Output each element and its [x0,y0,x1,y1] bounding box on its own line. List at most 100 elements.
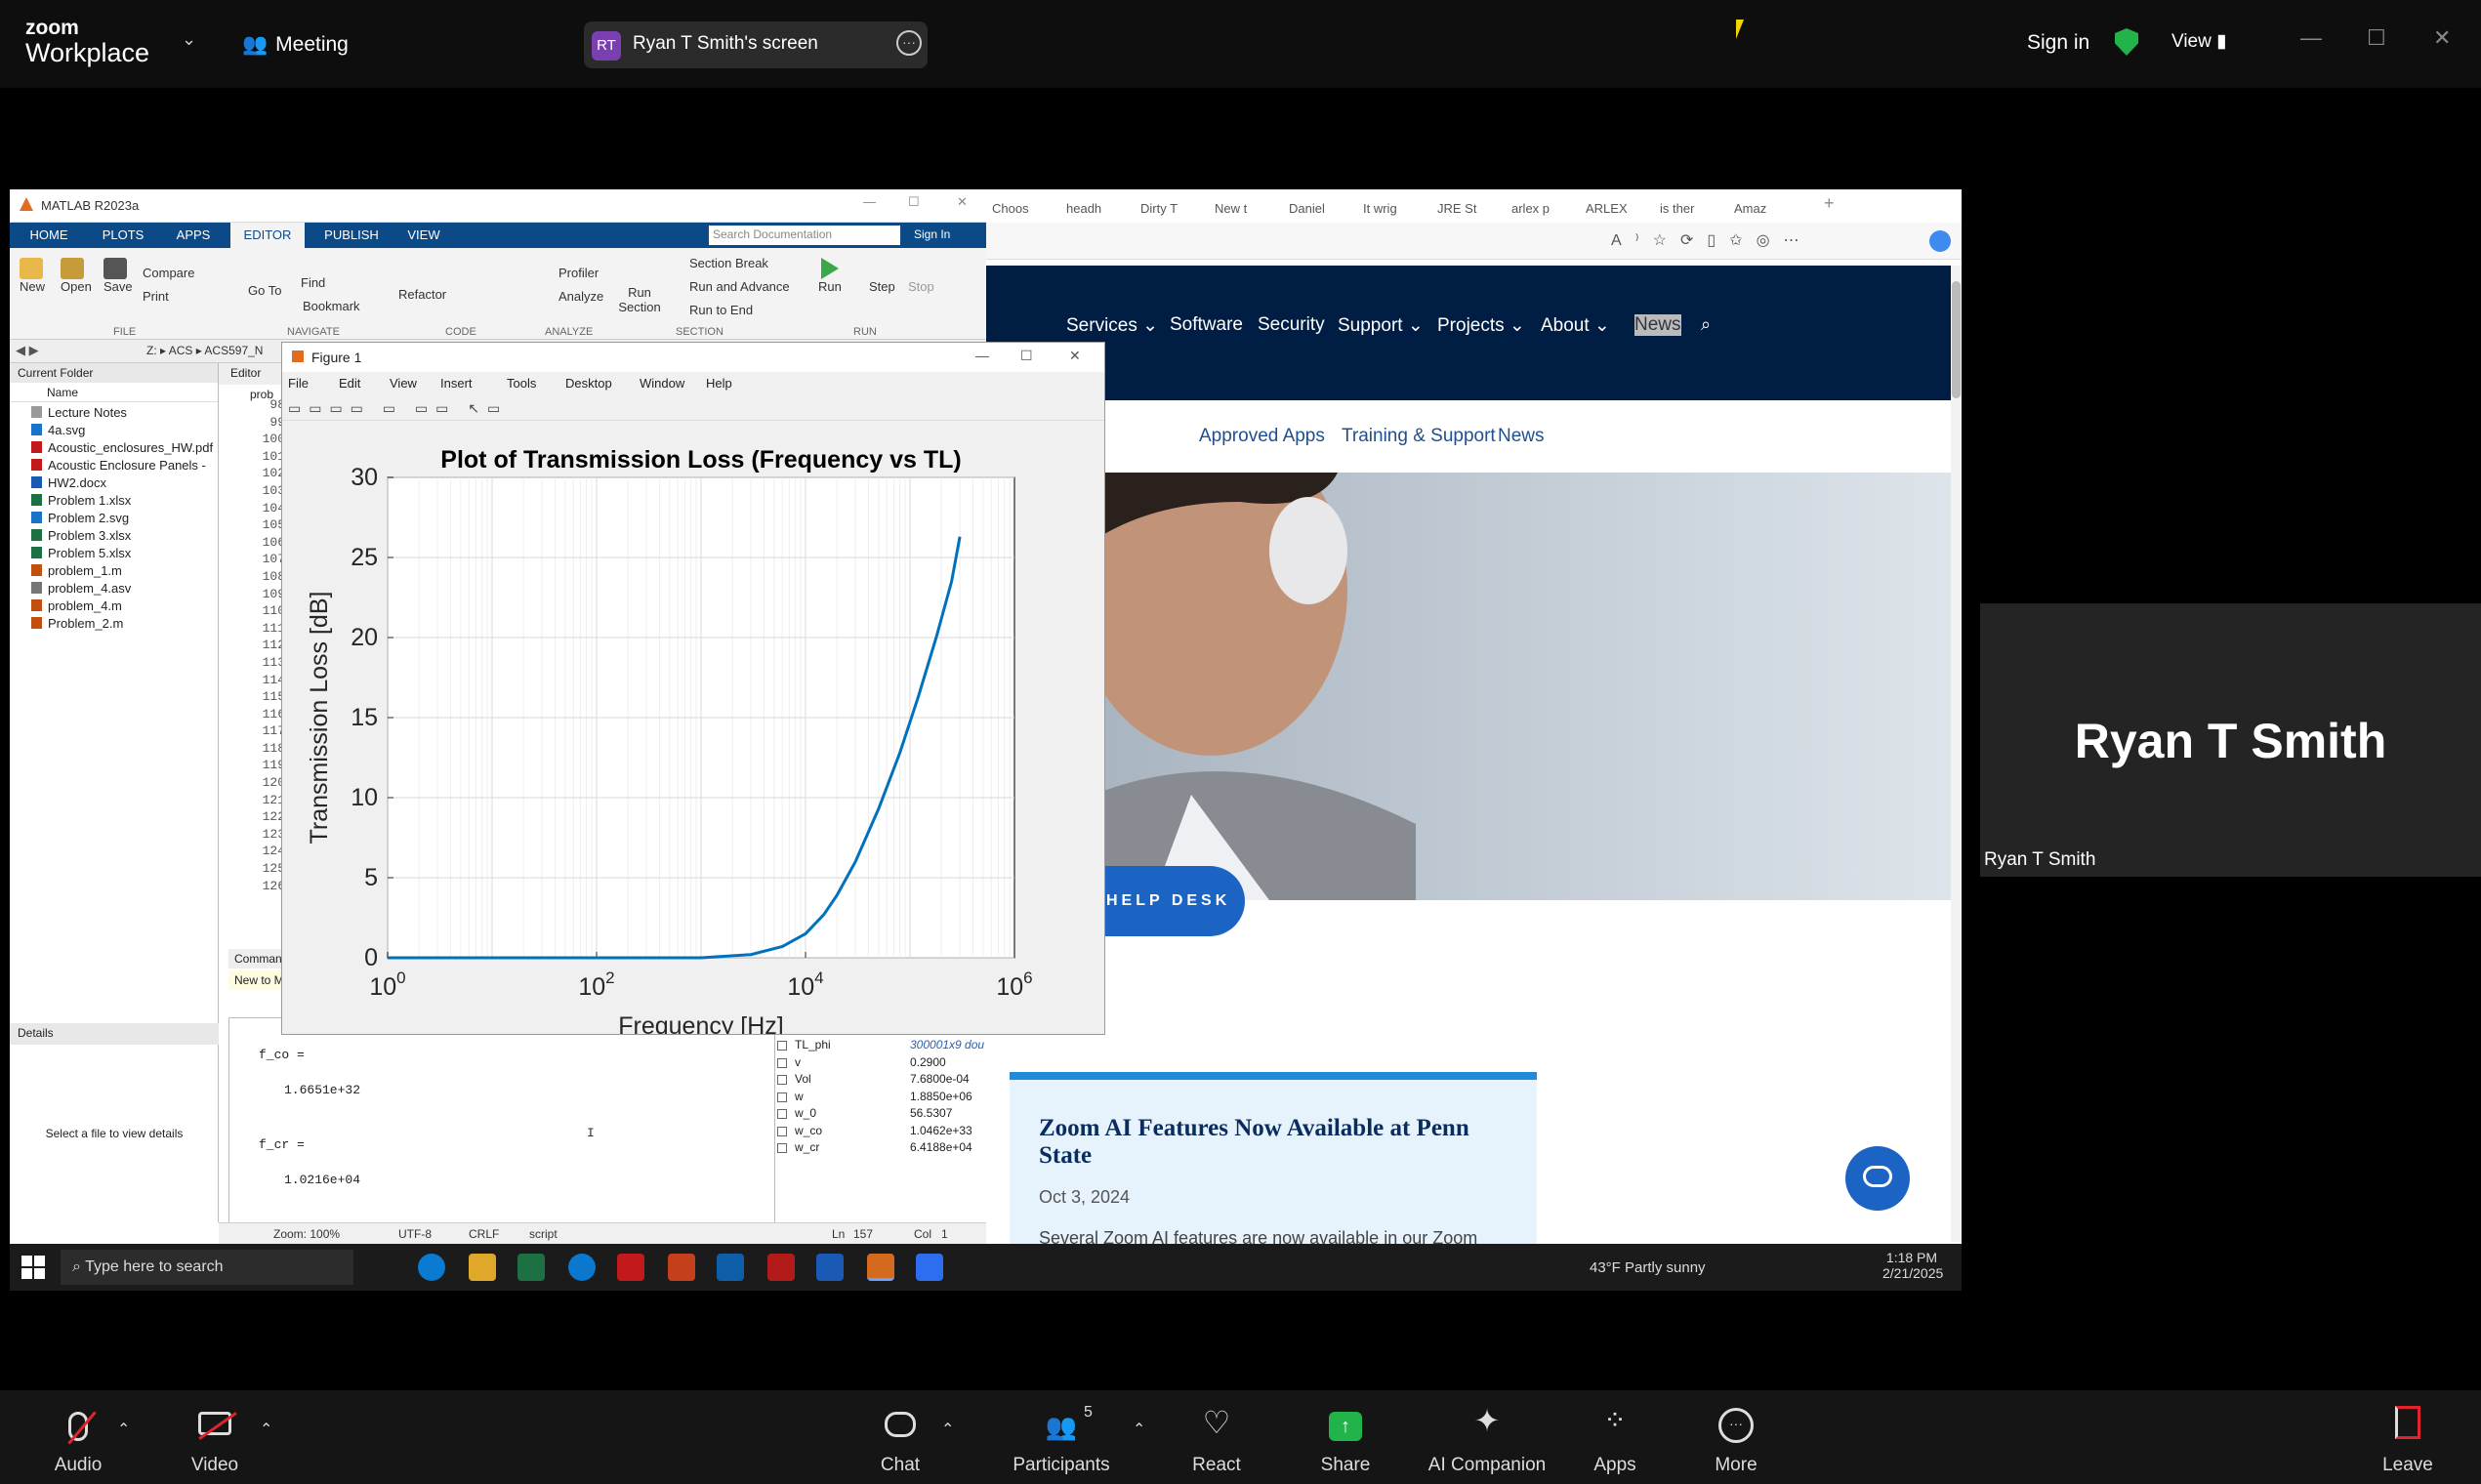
run-advance-button[interactable]: Run and Advance [689,279,790,294]
workspace-row[interactable]: w_cr 6.4188e+04 [775,1139,994,1157]
skype-icon[interactable] [568,1254,596,1281]
tab-publish[interactable]: PUBLISH [314,223,389,248]
copilot-icon[interactable] [1929,230,1951,252]
matlab-taskbar-icon[interactable] [867,1254,894,1281]
close-icon[interactable]: ✕ [1069,348,1081,364]
apps-button[interactable]: ⁘ Apps [1576,1390,1654,1484]
minimize-icon[interactable]: — [975,348,989,363]
outlook-icon[interactable] [717,1254,744,1281]
file-item[interactable]: Acoustic_enclosures_HW.pdf [31,439,218,457]
video-options-icon[interactable]: ⌃ [260,1420,272,1439]
workspace-row[interactable]: v 0.2900 [775,1054,994,1072]
browser-tab[interactable]: Choos [992,195,1062,223]
file-item[interactable]: Problem 3.xlsx [31,527,218,545]
acrobat-icon[interactable] [617,1254,644,1281]
analyze-button[interactable]: Analyze [558,289,603,304]
audio-options-icon[interactable]: ⌃ [117,1420,130,1439]
browser-tab[interactable]: is ther [1660,195,1730,223]
workspace-row[interactable]: w_co 1.0462e+33 [775,1123,994,1140]
chat-button[interactable]: Chat [861,1390,939,1484]
browser-tab[interactable]: headh [1066,195,1137,223]
chat-options-icon[interactable]: ⌃ [941,1420,954,1439]
close-icon[interactable]: ✕ [957,194,968,210]
nx-icon[interactable] [767,1254,795,1281]
new-button[interactable]: New [20,258,45,294]
run-section-button[interactable]: Run Section [615,285,664,314]
figure-menu-file[interactable]: File [288,376,309,391]
subnav-training-support[interactable]: Training & Support [1342,426,1496,447]
close-icon[interactable]: ✕ [2433,25,2451,51]
browser-tab[interactable]: arlex p [1511,195,1582,223]
subnav-news[interactable]: News [1498,426,1545,447]
video-button[interactable]: Video [176,1390,254,1484]
file-item[interactable]: Lecture Notes [31,404,218,422]
figure-toolbar-icons[interactable]: ▭▭▭▭ ▭ ▭▭ ↖▭ [288,400,508,417]
excel-icon[interactable] [517,1254,545,1281]
audio-button[interactable]: Audio [39,1390,117,1484]
taskbar-search-input[interactable]: ⌕ Type here to search [61,1250,353,1285]
view-button[interactable]: View ▮ [2171,30,2227,53]
browser-toolbar-icons[interactable]: A⁾☆⟳▯✩◎⋯ [1611,230,1813,250]
maximize-icon[interactable]: ☐ [908,194,920,210]
run-button[interactable]: Run [818,258,842,294]
leave-button[interactable]: Leave [2369,1390,2447,1484]
find-button[interactable]: Find [301,275,325,290]
scrollbar[interactable] [1951,266,1962,1242]
nav-software[interactable]: Software [1170,314,1243,336]
card-title[interactable]: Zoom AI Features Now Available at Penn S… [1039,1115,1527,1170]
tab-plots[interactable]: PLOTS [94,223,152,248]
edge-icon[interactable] [418,1254,445,1281]
meeting-button[interactable]: 👥 Meeting [242,33,349,57]
name-column-header[interactable]: Name [10,383,218,402]
news-card[interactable]: Zoom AI Features Now Available at Penn S… [1010,1072,1537,1257]
minimize-icon[interactable]: — [2300,25,2322,51]
share-button[interactable]: ↑ Share [1306,1390,1385,1484]
zoom-taskbar-icon[interactable] [916,1254,943,1281]
browser-tab[interactable]: New t [1215,195,1285,223]
nav-support[interactable]: Support ⌄ [1338,314,1424,337]
search-icon[interactable]: ⌕ [1701,314,1711,335]
bookmark-button[interactable]: Bookmark [303,299,360,313]
file-item[interactable]: Problem 5.xlsx [31,545,218,562]
stop-button[interactable]: Stop [908,279,934,294]
workspace-row[interactable]: w_0 56.5307 [775,1105,994,1123]
maximize-icon[interactable]: ☐ [2367,25,2386,51]
breadcrumb[interactable]: Z: ▸ ACS ▸ ACS597_N [146,344,263,357]
file-item[interactable]: problem_4.m [31,598,218,615]
nav-services[interactable]: Services ⌄ [1066,314,1158,337]
figure-toolbar[interactable]: ▭▭▭▭ ▭ ▭▭ ↖▭ [282,395,1104,421]
figure-menu-edit[interactable]: Edit [339,376,360,391]
search-documentation-input[interactable]: Search Documentation [709,226,900,245]
react-button[interactable]: ♡ React [1178,1390,1256,1484]
browser-tab[interactable]: JRE St [1437,195,1508,223]
nav-news[interactable]: News [1634,314,1681,336]
file-item[interactable]: problem_1.m [31,562,218,580]
profiler-button[interactable]: Profiler [558,266,599,280]
participants-button[interactable]: 👥 5 Participants [1008,1390,1115,1484]
workspace-row[interactable]: Vol 7.6800e-04 [775,1071,994,1089]
chevron-down-icon[interactable]: ⌄ [182,29,196,50]
browser-tab[interactable]: Amaz [1734,195,1804,223]
participants-options-icon[interactable]: ⌃ [1133,1420,1145,1439]
figure-menu-insert[interactable]: Insert [440,376,473,391]
figure-menu-window[interactable]: Window [640,376,684,391]
refactor-button[interactable]: Refactor [398,287,446,302]
nav-about[interactable]: About ⌄ [1541,314,1610,337]
subnav-approved-apps[interactable]: Approved Apps [1199,426,1325,447]
section-break-button[interactable]: Section Break [689,256,768,270]
print-button[interactable]: Print [143,289,169,304]
chat-bubble-icon[interactable] [1845,1146,1910,1211]
editor-tab[interactable]: Editor [219,363,287,385]
figure-menu-desktop[interactable]: Desktop [565,376,612,391]
file-item[interactable]: 4a.svg [31,422,218,439]
run-end-button[interactable]: Run to End [689,303,753,317]
workspace-row[interactable]: TL_phi 300001x9 dou [775,1037,994,1054]
file-item[interactable]: Acoustic Enclosure Panels - ... [31,457,218,490]
workspace-row[interactable]: w 1.8850e+06 [775,1089,994,1106]
shield-icon[interactable] [2115,28,2138,56]
back-icon[interactable]: ◀ ▶ [16,343,39,358]
tab-apps[interactable]: APPS [166,223,221,248]
file-explorer-icon[interactable] [469,1254,496,1281]
more-icon[interactable]: ··· [896,30,922,56]
browser-tab[interactable]: Dirty T [1140,195,1211,223]
